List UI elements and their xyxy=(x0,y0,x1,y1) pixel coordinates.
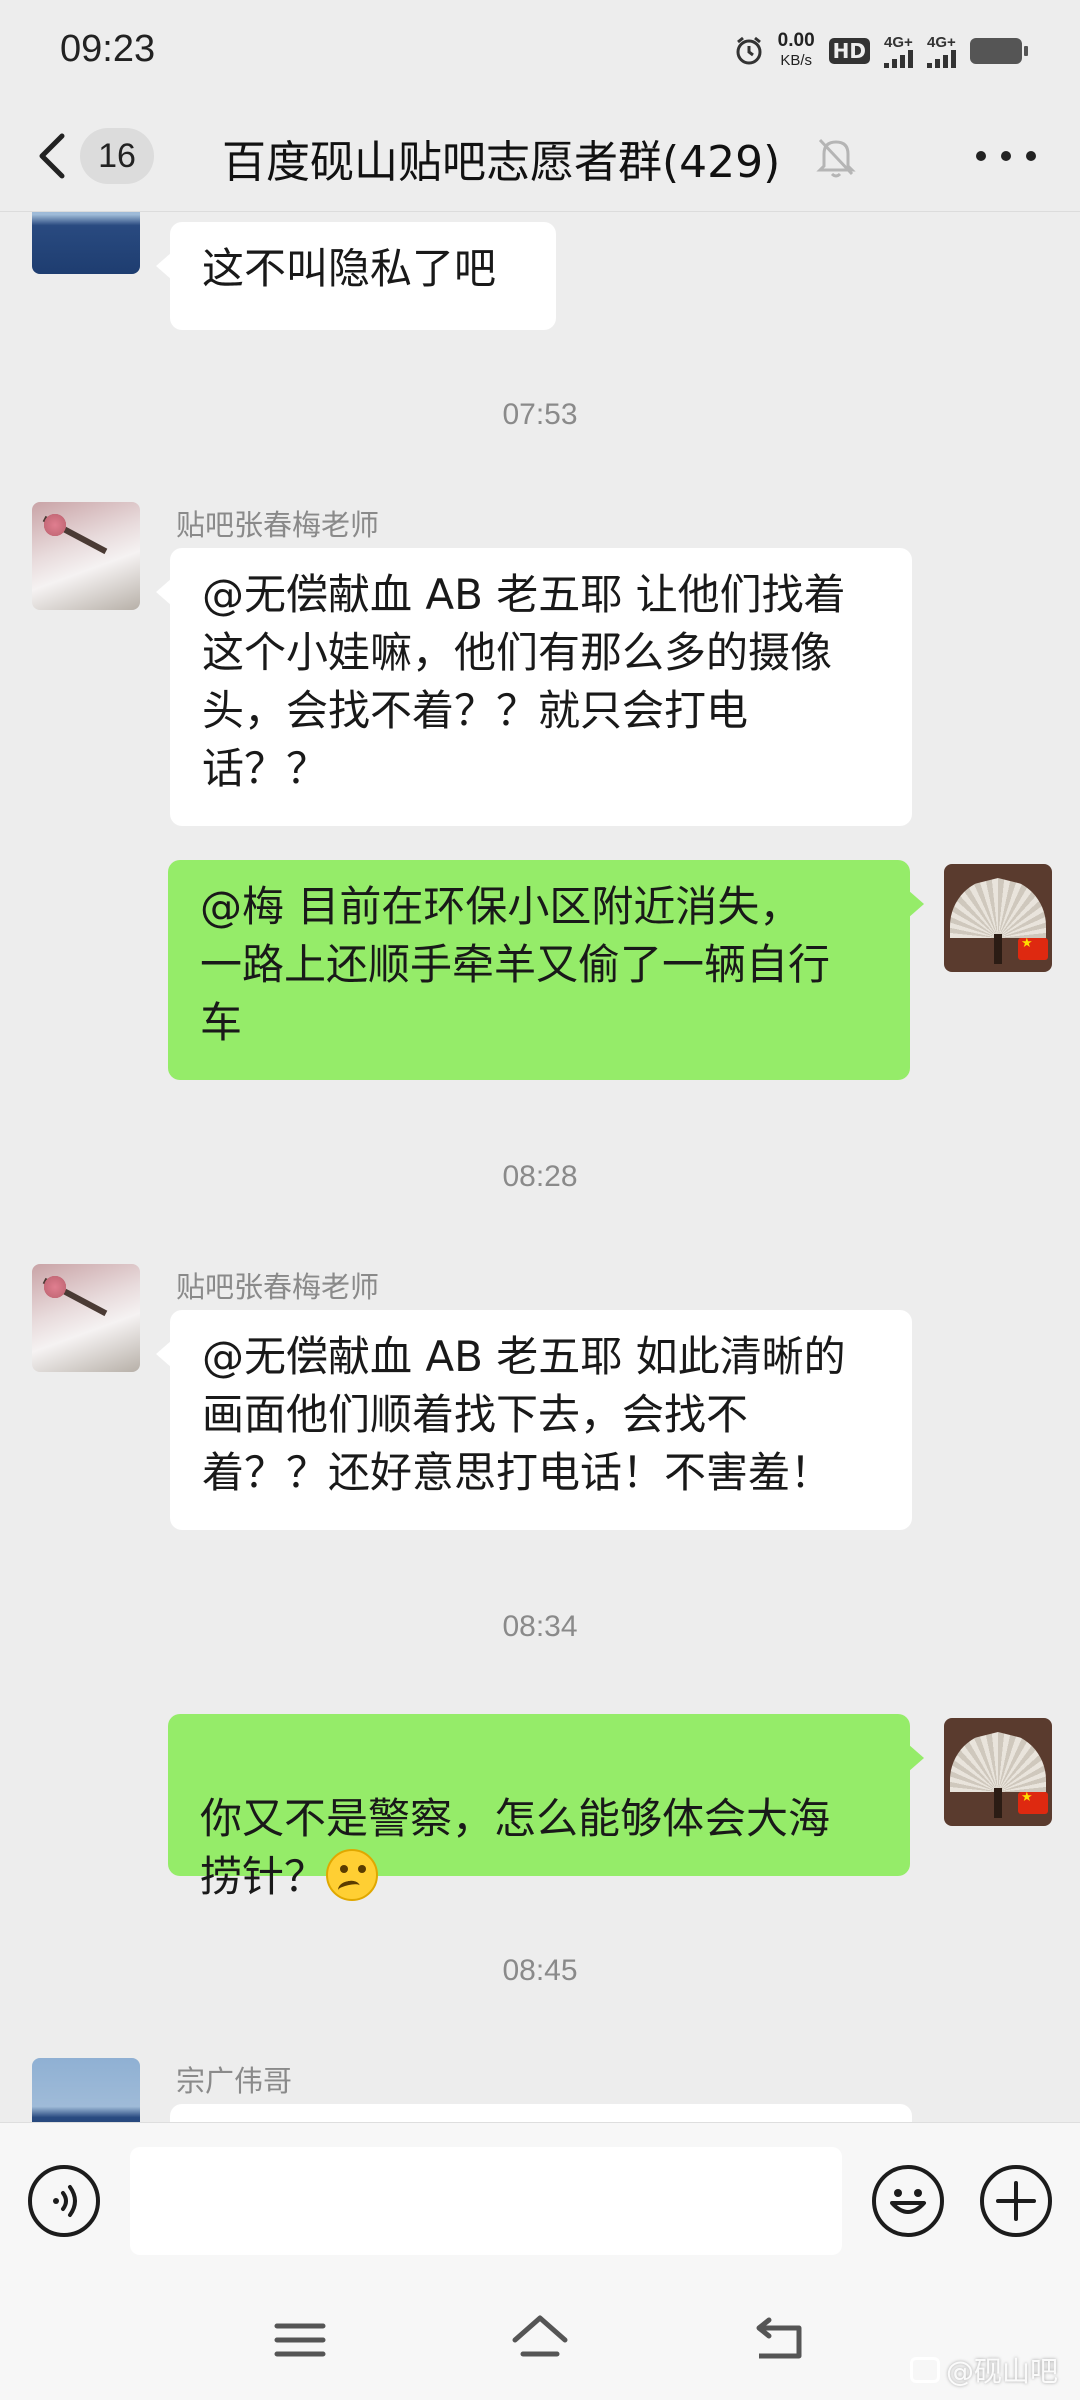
signal-2-icon: 4G+ xyxy=(927,35,956,68)
emoji-button[interactable] xyxy=(872,2165,944,2237)
back-button[interactable]: 16 xyxy=(34,124,164,188)
message-input[interactable] xyxy=(130,2147,842,2255)
chat-header: 16 百度砚山贴吧志愿者群(429) xyxy=(0,100,1080,212)
chevron-left-icon xyxy=(39,133,65,179)
timestamp: 08:28 xyxy=(502,1160,578,1193)
message-bubble-incoming[interactable] xyxy=(170,2104,912,2122)
avatar[interactable] xyxy=(32,212,140,274)
status-bar: 09:23 0.00 KB/s HD 4G+ 4G+ xyxy=(0,0,1080,100)
message-bubble-outgoing[interactable]: @梅 目前在环保小区附近消失， 一路上还顺手牵羊又偷了一辆自行 车 xyxy=(168,860,924,1080)
alarm-icon xyxy=(736,36,762,65)
more-functions-button[interactable] xyxy=(980,2165,1052,2237)
status-time: 09:23 xyxy=(60,28,156,70)
thinking-face-icon xyxy=(326,1849,379,1901)
status-icons: 0.00 KB/s HD 4G+ 4G+ xyxy=(734,26,1028,76)
smiley-icon xyxy=(890,2189,926,2214)
back-nav-button[interactable] xyxy=(745,2310,815,2370)
home-nav-button[interactable] xyxy=(505,2310,575,2370)
battery-icon xyxy=(970,38,1028,64)
network-speed: 0.00 KB/s xyxy=(778,31,815,71)
message-bubble-outgoing[interactable]: 你又不是警察，怎么能够体会大海 捞针？ xyxy=(168,1714,924,1901)
home-icon xyxy=(512,2315,568,2357)
more-dot-icon xyxy=(976,151,986,161)
sender-name: 贴吧张春梅老师 xyxy=(176,1270,380,1304)
watermark-text: @砚山吧 xyxy=(945,2355,1058,2388)
system-navigation-bar: @砚山吧 xyxy=(0,2280,1080,2400)
network-speed-unit: KB/s xyxy=(780,52,812,69)
signal-2-label: 4G+ xyxy=(927,33,956,51)
timestamp: 08:45 xyxy=(502,1954,578,1987)
watermark: @砚山吧 xyxy=(909,2350,1058,2390)
voice-icon xyxy=(53,2185,77,2217)
input-bar xyxy=(0,2122,1080,2280)
hd-voice-icon: HD xyxy=(828,38,870,64)
sender-name: 宗广伟哥 xyxy=(176,2064,293,2098)
signal-1-label: 4G+ xyxy=(884,33,913,51)
message-bubble-incoming[interactable]: 这不叫隐私了吧 xyxy=(156,222,556,330)
more-options-button[interactable] xyxy=(976,134,1036,178)
china-flag-icon xyxy=(1018,936,1048,960)
mute-bell-icon xyxy=(816,138,856,178)
message-bubble-incoming[interactable]: @无偿献血 AB 老五耶 如此清晰的 画面他们顺着找下去，会找不 着？？还好意思… xyxy=(156,1310,912,1530)
menu-icon xyxy=(274,2323,326,2357)
chat-message-list[interactable]: 这不叫隐私了吧 07:53 贴吧张春梅老师 @无偿献血 AB 老五耶 让他们找着… xyxy=(0,212,1080,2122)
signal-1-icon: 4G+ xyxy=(884,35,913,68)
more-dot-icon xyxy=(1001,151,1011,161)
message-text: 你又不是警察，怎么能够体会大海 捞针？ xyxy=(200,1794,831,1901)
sender-name: 贴吧张春梅老师 xyxy=(176,508,380,542)
china-flag-icon xyxy=(1018,1790,1048,1814)
timestamp: 07:53 xyxy=(502,398,578,431)
menu-nav-button[interactable] xyxy=(265,2310,335,2370)
voice-input-button[interactable] xyxy=(28,2165,100,2237)
unread-count-badge: 16 xyxy=(80,128,154,184)
back-arrow-icon xyxy=(756,2317,802,2359)
avatar[interactable] xyxy=(32,2058,140,2122)
camera-icon xyxy=(909,2357,940,2383)
timestamp: 08:34 xyxy=(502,1610,578,1643)
avatar[interactable] xyxy=(32,1264,140,1372)
more-dot-icon xyxy=(1026,151,1036,161)
plus-icon xyxy=(996,2181,1036,2221)
network-speed-value: 0.00 xyxy=(777,30,815,51)
avatar[interactable] xyxy=(32,502,140,610)
chat-title: 百度砚山贴吧志愿者群(429) xyxy=(222,137,781,188)
message-bubble-incoming[interactable]: @无偿献血 AB 老五耶 让他们找着 这个小娃嘛，他们有那么多的摄像 头，会找不… xyxy=(156,548,912,826)
